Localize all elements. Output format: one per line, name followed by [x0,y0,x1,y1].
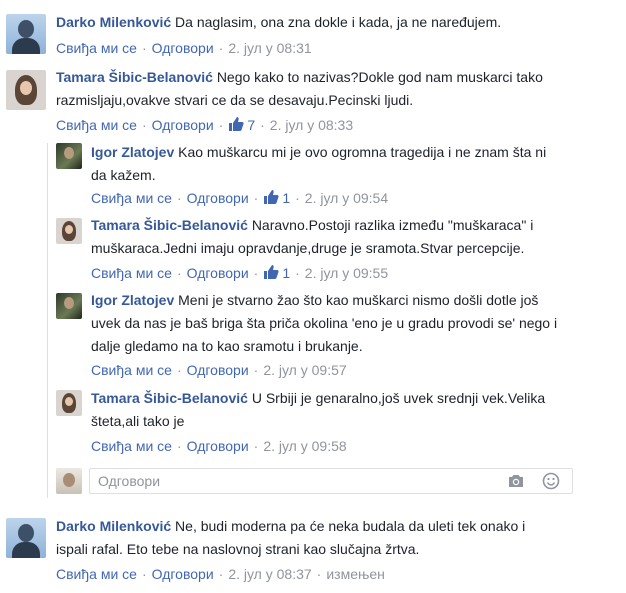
avatar[interactable] [56,390,82,416]
comment-body: Tamara Šibic-Belanović U Srbiji je genar… [91,387,561,433]
comment-author[interactable]: Darko Milenković [56,14,171,30]
like-link[interactable]: Свиђа ми се [91,438,172,454]
comment-body: Tamara Šibic-Belanović Naravno.Postoji r… [91,214,561,260]
comment-body: Igor Zlatojev Meni je stvarno žao što ka… [91,289,561,358]
comment-timestamp[interactable]: 2. јул у 09:54 [305,190,388,206]
avatar[interactable] [56,218,82,244]
comment-body: Igor Zlatojev Kao muškarcu mi je ovo ogr… [91,141,561,187]
like-count[interactable]: 1 [263,265,290,281]
reply-link[interactable]: Одговори [152,566,214,582]
reply-link[interactable]: Одговори [152,40,214,56]
reply-link[interactable]: Одговори [187,265,249,281]
avatar[interactable] [6,518,46,558]
like-link[interactable]: Свиђа ми се [56,117,137,133]
comment-timestamp[interactable]: 2. јул у 08:33 [270,117,353,133]
reply-link[interactable]: Одговори [187,438,249,454]
comment-author[interactable]: Igor Zlatojev [91,292,174,308]
reply-link[interactable]: Одговори [187,190,249,206]
comment-author[interactable]: Tamara Šibic-Belanović [91,390,248,406]
comment-body: Tamara Šibic-Belanović Nego kako to nazi… [56,66,556,112]
thumbs-up-icon [264,265,279,279]
comment-text: Da naglasim, ona zna dokle i kada, ja ne… [175,14,502,30]
comment-actions: Свиђа ми се · Одговори · 1 · 2. јул у 09:55 [91,265,389,281]
like-link[interactable]: Свиђа ми се [91,362,172,378]
avatar[interactable] [6,70,46,110]
comment-timestamp[interactable]: 2. јул у 09:55 [305,265,388,281]
comment-timestamp[interactable]: 2. јул у 08:37 [228,566,311,582]
avatar[interactable] [56,293,82,319]
like-link[interactable]: Свиђа ми се [56,40,137,56]
emoji-icon[interactable] [542,472,560,490]
like-link[interactable]: Свиђа ми се [91,190,172,206]
comment-actions: Свиђа ми се · Одговори · 2. јул у 09:57 [91,362,347,378]
reply-link[interactable]: Одговори [187,362,249,378]
thumbs-up-icon [264,190,279,204]
comment-timestamp[interactable]: 2. јул у 08:31 [228,40,311,56]
reply-input-placeholder: Одговори [98,473,161,489]
comment-author[interactable]: Darko Milenković [56,518,171,534]
comment-body: Darko Milenković Ne, budi moderna pa će … [56,515,556,561]
reply-link[interactable]: Одговори [152,117,214,133]
reply-input[interactable]: Одговори [89,468,573,494]
comment-actions: Свиђа ми се · Одговори · 2. јул у 08:37 · изме… [56,566,385,582]
current-user-avatar [56,468,82,494]
thumbs-up-icon [229,117,244,131]
comment-actions: Свиђа ми се · Одговори · 2. јул у 08:31 [56,40,312,56]
comment-timestamp[interactable]: 2. јул у 09:58 [263,438,346,454]
edited-label[interactable]: измењен [326,566,385,582]
like-count[interactable]: 7 [228,117,255,133]
like-link[interactable]: Свиђа ми се [56,566,137,582]
comment-actions: Свиђа ми се · Одговори · 1 · 2. јул у 09:54 [91,190,389,206]
comment-author[interactable]: Tamara Šibic-Belanović [56,69,213,85]
camera-icon[interactable] [507,473,525,489]
comment-author[interactable]: Igor Zlatojev [91,144,174,160]
reply-thread-line [47,143,48,498]
like-count[interactable]: 1 [263,190,290,206]
avatar[interactable] [6,14,46,54]
comment-actions: Свиђа ми се · Одговори · 7 · 2. јул у 08:33 [56,117,354,133]
avatar[interactable] [56,143,82,169]
comment-body: Darko Milenković Da naglasim, ona zna do… [56,11,576,34]
comment-timestamp[interactable]: 2. јул у 09:57 [263,362,346,378]
comment-author[interactable]: Tamara Šibic-Belanović [91,217,248,233]
like-link[interactable]: Свиђа ми се [91,265,172,281]
comment-actions: Свиђа ми се · Одговори · 2. јул у 09:58 [91,438,347,454]
